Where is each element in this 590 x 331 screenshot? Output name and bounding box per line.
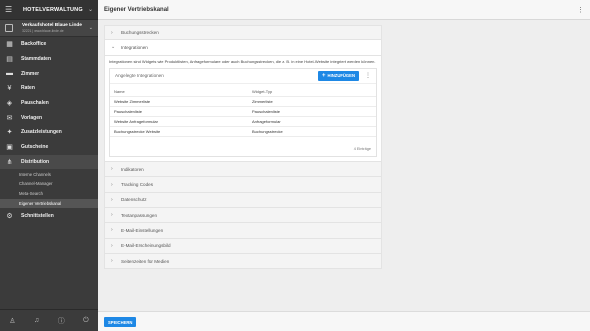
app-title: HOTELVERWALTUNG: [23, 6, 83, 13]
page-header: Eigener Vertriebskanal ⋮: [98, 0, 590, 20]
chevron-right-icon: ›: [111, 258, 113, 265]
interfaces-icon: ⚙: [6, 212, 13, 220]
add-integration-button[interactable]: + HINZUFÜGEN: [318, 70, 359, 81]
sidebar-footer: ♙ ♫ ⓘ ⏻: [0, 309, 98, 331]
sidebar: ☰ HOTELVERWALTUNG ⌄ Verkaufshotel Blaue …: [0, 0, 98, 331]
accordion-indikatoren[interactable]: › Indikatoren: [104, 162, 382, 178]
chevron-down-icon[interactable]: ⌄: [88, 6, 93, 13]
save-button[interactable]: SPEICHERN: [104, 317, 137, 327]
rates-icon: ¥: [7, 84, 12, 92]
integrationen-panel: Integrationen sind Widgets wie Produktli…: [104, 55, 382, 163]
backoffice-icon: ▦: [6, 41, 13, 49]
accordion-email-erscheinungsbild[interactable]: › E-Mail-Erscheinungsbild: [104, 238, 382, 254]
subnav-item-channel-manager[interactable]: Channel-Manager: [0, 179, 98, 189]
plus-icon: +: [322, 72, 326, 79]
column-header-name[interactable]: Name: [110, 86, 248, 98]
accordion-email-einstellungen[interactable]: › E-Mail-Einstellungen: [104, 223, 382, 239]
extras-icon: ✦: [6, 129, 13, 137]
hotel-icon: [5, 24, 13, 32]
integrations-card: Angelegte Integrationen + HINZUFÜGEN ⋮ N…: [109, 67, 377, 158]
table-row[interactable]: Buchungsstrecke Website Buchungsstrecke: [110, 126, 376, 138]
distribution-subnav: Interne Channels Channel-Manager Meta-Se…: [0, 169, 98, 209]
hotel-subtitle: 32221 | www.blaue-linde.de: [22, 29, 64, 33]
table-row[interactable]: Website Zimmerliste Zimmerliste: [110, 96, 376, 108]
sidebar-nav: ▦ Backoffice ▤ Stammdaten ▬ Zimmer ¥ Rat…: [0, 37, 98, 170]
sidebar-item-pauschalen[interactable]: ◈ Pauschalen: [0, 96, 98, 111]
entry-count: 4 Einträge: [353, 147, 371, 152]
bed-icon: ▬: [6, 70, 13, 78]
accordion-datenschutz[interactable]: › Datenschutz: [104, 192, 382, 208]
column-header-widget-typ[interactable]: Widget-Typ: [248, 86, 376, 98]
hotel-selector[interactable]: Verkaufshotel Blaue Linde 32221 | www.bl…: [0, 20, 98, 37]
main-content: › Buchungsstrecken ⌄ Integrationen Integ…: [104, 25, 382, 270]
chevron-right-icon: ›: [111, 227, 113, 234]
sidebar-item-stammdaten[interactable]: ▤ Stammdaten: [0, 52, 98, 67]
more-vert-icon[interactable]: ⋮: [577, 6, 584, 14]
master-data-icon: ▤: [6, 56, 13, 64]
sidebar-item-schnittstellen[interactable]: ⚙ Schnittstellen: [0, 208, 98, 223]
subnav-item-eigener-vertriebskanal[interactable]: Eigener Vertriebskanal: [0, 198, 98, 209]
sidebar-item-zimmer[interactable]: ▬ Zimmer: [0, 66, 98, 81]
chevron-right-icon: ›: [111, 242, 113, 249]
chevron-right-icon: ›: [111, 166, 113, 173]
chevron-right-icon: ›: [111, 29, 113, 36]
sidebar-item-backoffice[interactable]: ▦ Backoffice: [0, 37, 98, 52]
accordion-integrationen[interactable]: ⌄ Integrationen: [104, 40, 382, 56]
power-icon[interactable]: ⏻: [83, 317, 89, 325]
bell-icon[interactable]: ♫: [34, 317, 39, 324]
help-icon[interactable]: ⓘ: [58, 316, 65, 326]
distribution-icon: ⋔: [6, 158, 13, 166]
page-title: Eigener Vertriebskanal: [104, 6, 169, 13]
accordion-seitenzeiten[interactable]: › Seitenzeiten für Medien: [104, 253, 382, 270]
templates-icon: ✉: [6, 114, 13, 122]
subnav-item-interne-channels[interactable]: Interne Channels: [0, 169, 98, 179]
menu-icon[interactable]: ☰: [5, 5, 13, 14]
page-footer: SPEICHERN: [98, 311, 590, 331]
table-row[interactable]: Pauschalenliste Pauschalenliste: [110, 106, 376, 118]
accordion-buchungsstrecken[interactable]: › Buchungsstrecken: [104, 25, 382, 41]
sidebar-item-distribution[interactable]: ⋔ Distribution: [0, 154, 98, 170]
more-vert-icon[interactable]: ⋮: [365, 72, 371, 79]
card-title: Angelegte Integrationen: [115, 73, 164, 79]
integrationen-description: Integrationen sind Widgets wie Produktli…: [109, 58, 376, 64]
chevron-right-icon: ›: [111, 212, 113, 219]
voucher-icon: ▣: [6, 144, 13, 152]
accordion-tracking-codes[interactable]: › Tracking Codes: [104, 177, 382, 193]
table-header-row: Name Widget-Typ: [110, 86, 376, 98]
user-icon[interactable]: ♙: [9, 317, 15, 325]
chevron-right-icon: ›: [111, 196, 113, 203]
subnav-item-meta-search[interactable]: Meta-Search: [0, 189, 98, 199]
sidebar-header: ☰ HOTELVERWALTUNG ⌄: [0, 0, 98, 20]
sidebar-item-gutscheine[interactable]: ▣ Gutscheine: [0, 140, 98, 155]
table-row[interactable]: Website Anfrageformular Anfrageformular: [110, 116, 376, 128]
sidebar-item-vorlagen[interactable]: ✉ Vorlagen: [0, 110, 98, 125]
chevron-down-icon: ⌄: [88, 25, 93, 31]
chevron-down-icon: ⌄: [111, 44, 116, 51]
sidebar-item-raten[interactable]: ¥ Raten: [0, 81, 98, 96]
sidebar-item-zusatzleistungen[interactable]: ✦ Zusatzleistungen: [0, 125, 98, 140]
integrations-table: Name Widget-Typ Website Zimmerliste Zimm…: [110, 86, 376, 138]
chevron-right-icon: ›: [111, 181, 113, 188]
package-icon: ◈: [6, 100, 13, 108]
accordion-textanpassungen[interactable]: › Textanpassungen: [104, 207, 382, 224]
hotel-name: Verkaufshotel Blaue Linde: [22, 23, 82, 28]
